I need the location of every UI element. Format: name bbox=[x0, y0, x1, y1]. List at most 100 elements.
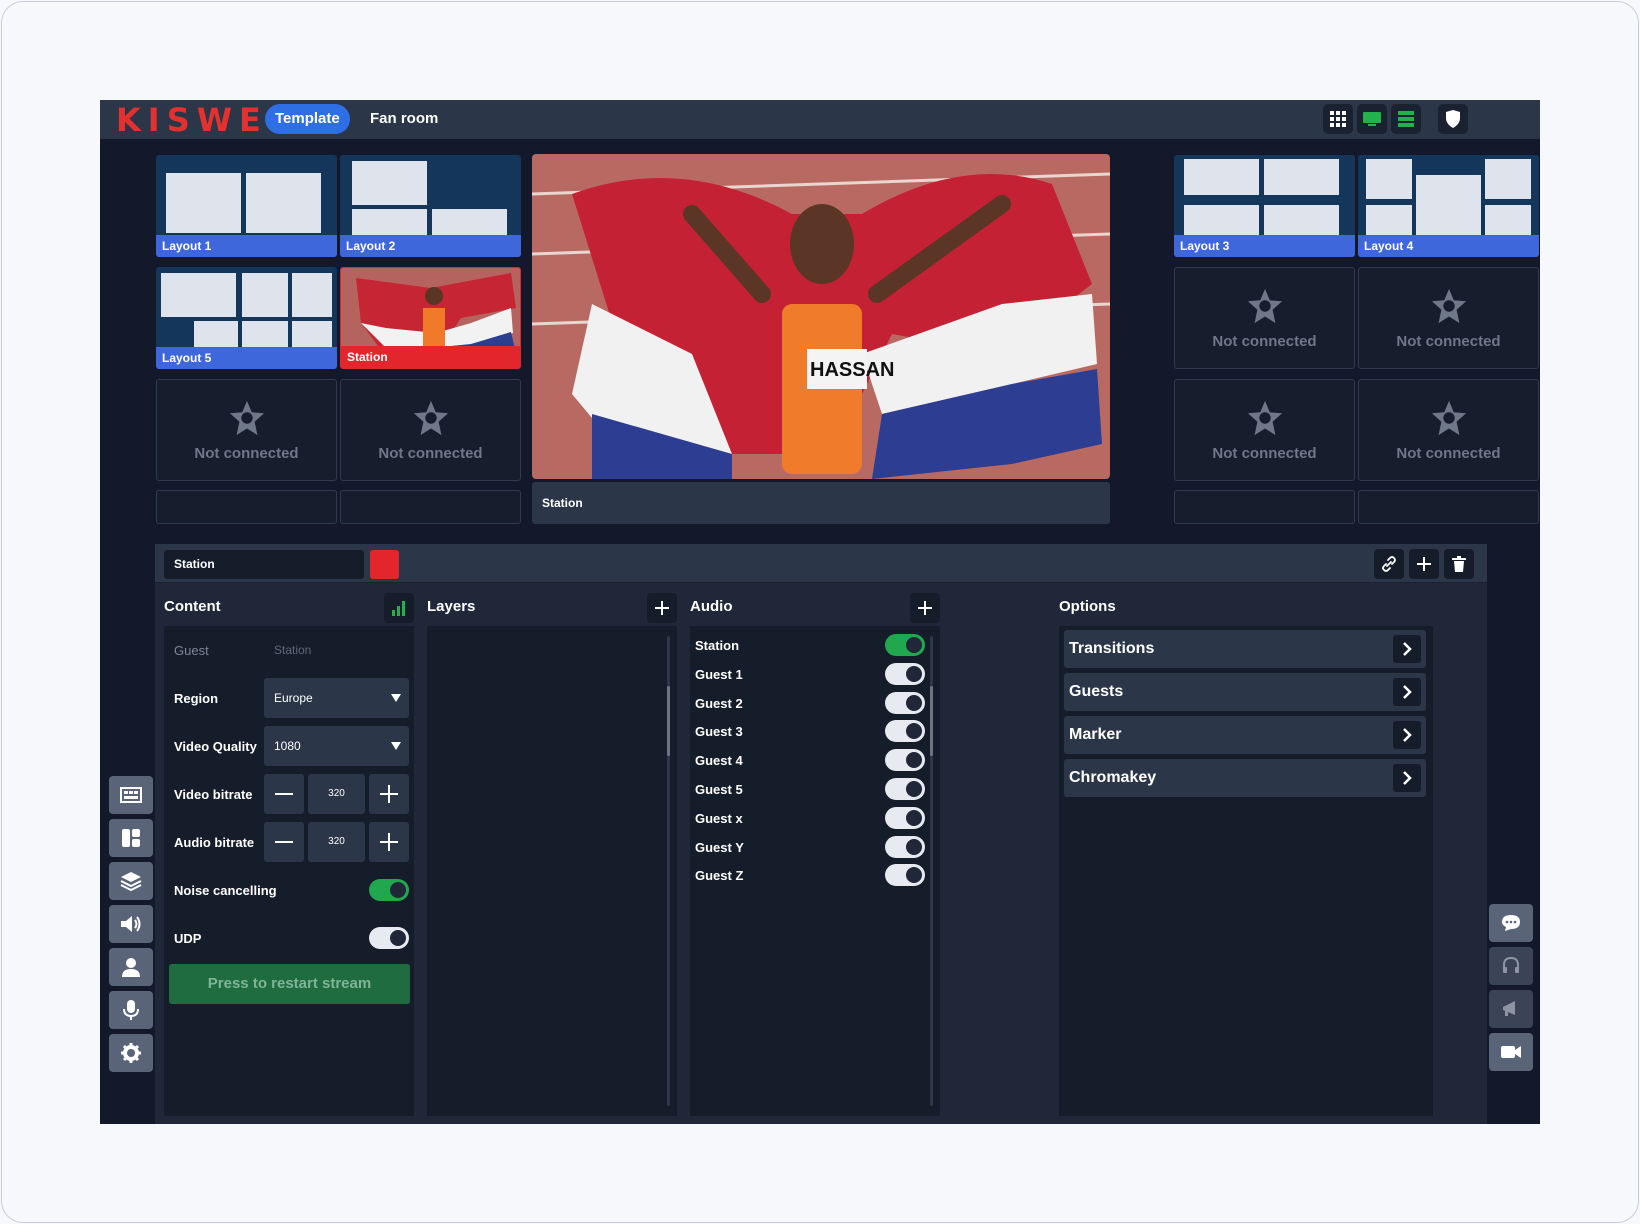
video-quality-value: 1080 bbox=[274, 739, 301, 753]
audio-item-label: Guest 4 bbox=[695, 753, 743, 769]
video-camera-icon[interactable] bbox=[1489, 1033, 1533, 1071]
audio-item-toggle[interactable] bbox=[885, 778, 925, 800]
preview-label: Station bbox=[532, 482, 1110, 524]
tab-template[interactable]: Template bbox=[265, 104, 350, 134]
audio-scrollbar[interactable] bbox=[930, 636, 933, 1106]
layout-icon[interactable] bbox=[109, 776, 153, 814]
layers-scrollbar[interactable] bbox=[667, 636, 670, 1106]
chat-icon[interactable] bbox=[1489, 904, 1533, 942]
delete-button[interactable] bbox=[1444, 549, 1474, 579]
source-tile-partial[interactable] bbox=[1358, 490, 1539, 524]
minus-icon bbox=[275, 793, 293, 795]
audio-item-toggle[interactable] bbox=[885, 720, 925, 743]
udp-toggle[interactable] bbox=[369, 927, 409, 949]
headset-icon[interactable] bbox=[1489, 947, 1533, 985]
tile-label: Layout 1 bbox=[156, 235, 337, 257]
add-button[interactable] bbox=[1409, 549, 1439, 579]
megaphone-icon[interactable] bbox=[1489, 990, 1533, 1028]
video-bitrate-increment[interactable] bbox=[369, 774, 409, 814]
source-tile-empty[interactable]: Not connected bbox=[340, 379, 521, 481]
tile-label: Layout 3 bbox=[1174, 235, 1355, 257]
audio-item-toggle[interactable] bbox=[885, 634, 925, 656]
speaker-icon[interactable] bbox=[109, 905, 153, 943]
person-star-icon bbox=[413, 400, 448, 435]
audio-item-toggle[interactable] bbox=[885, 691, 925, 714]
option-row[interactable]: Guests bbox=[1064, 673, 1426, 711]
add-audio-button[interactable] bbox=[910, 593, 940, 623]
monitor-icon[interactable] bbox=[1357, 104, 1387, 134]
layers-list bbox=[427, 626, 677, 1116]
audio-title: Audio bbox=[690, 598, 733, 615]
source-tile-layout-5[interactable]: Layout 5 bbox=[156, 267, 337, 369]
source-tile-empty[interactable]: Not connected bbox=[1174, 267, 1355, 369]
link-button[interactable] bbox=[1374, 549, 1404, 579]
video-bitrate-value[interactable]: 320 bbox=[308, 774, 365, 814]
add-layer-button[interactable] bbox=[647, 593, 677, 623]
source-tile-partial[interactable] bbox=[156, 490, 337, 524]
option-row[interactable]: Marker bbox=[1064, 716, 1426, 754]
source-tile-layout-1[interactable]: Layout 1 bbox=[156, 155, 337, 257]
audio-item-toggle[interactable] bbox=[885, 749, 925, 772]
tile-label: Station bbox=[341, 346, 520, 368]
chevron-right-icon[interactable] bbox=[1393, 678, 1421, 706]
grid-view-icon[interactable] bbox=[1323, 104, 1353, 134]
plus-icon bbox=[380, 785, 398, 803]
source-tile-partial[interactable] bbox=[1174, 490, 1355, 524]
link-icon bbox=[1382, 556, 1396, 572]
source-tile-layout-2[interactable]: Layout 2 bbox=[340, 155, 521, 257]
layers-icon[interactable] bbox=[109, 862, 153, 900]
source-tile-empty[interactable]: Not connected bbox=[1358, 267, 1539, 369]
source-tile-layout-3[interactable]: Layout 3 bbox=[1174, 155, 1355, 257]
audio-bitrate-decrement[interactable] bbox=[264, 822, 304, 862]
top-bar: KISWE Template Fan room bbox=[100, 100, 1540, 139]
guest-input[interactable]: Station bbox=[264, 630, 409, 670]
source-color-swatch[interactable] bbox=[370, 550, 399, 579]
audio-item-label: Station bbox=[695, 638, 740, 653]
noise-cancelling-toggle[interactable] bbox=[369, 879, 409, 901]
audio-item-toggle[interactable] bbox=[885, 835, 925, 858]
bib-text: HASSAN bbox=[810, 359, 894, 381]
list-view-icon[interactable] bbox=[1391, 104, 1421, 134]
person-star-icon bbox=[1247, 400, 1282, 435]
chevron-right-icon[interactable] bbox=[1393, 721, 1421, 749]
region-label: Region bbox=[174, 691, 219, 706]
layout-split-icon[interactable] bbox=[109, 819, 153, 857]
audio-bitrate-increment[interactable] bbox=[369, 822, 409, 862]
audio-item-toggle[interactable] bbox=[885, 806, 925, 829]
region-select[interactable]: Europe bbox=[264, 678, 409, 718]
app-window: KISWE Template Fan room Layout 1 Layout … bbox=[100, 100, 1540, 1124]
audio-item-toggle[interactable] bbox=[885, 662, 925, 685]
kiswe-logo: KISWE bbox=[116, 101, 268, 139]
audio-item-toggle[interactable] bbox=[885, 864, 925, 887]
option-row[interactable]: Transitions bbox=[1064, 630, 1426, 668]
option-label: Guests bbox=[1069, 683, 1124, 700]
option-label: Transitions bbox=[1069, 640, 1155, 657]
source-tile-empty[interactable]: Not connected bbox=[156, 379, 337, 481]
tab-fan-room[interactable]: Fan room bbox=[360, 104, 448, 134]
chevron-right-icon[interactable] bbox=[1393, 764, 1421, 792]
tile-label: Layout 2 bbox=[340, 235, 521, 257]
video-bitrate-decrement[interactable] bbox=[264, 774, 304, 814]
source-tile-layout-4[interactable]: Layout 4 bbox=[1358, 155, 1539, 257]
person-icon[interactable] bbox=[109, 948, 153, 986]
source-tile-station[interactable]: Station bbox=[340, 267, 521, 369]
content-form: Guest Station Region Europe Video Qualit… bbox=[164, 626, 414, 1116]
chevron-right-icon[interactable] bbox=[1393, 635, 1421, 663]
source-tile-partial[interactable] bbox=[340, 490, 521, 524]
trash-icon bbox=[1452, 556, 1466, 572]
source-tile-empty[interactable]: Not connected bbox=[1174, 379, 1355, 481]
shield-icon[interactable] bbox=[1438, 104, 1468, 134]
audio-item-label: Guest x bbox=[695, 810, 743, 826]
not-connected-label: Not connected bbox=[1396, 332, 1501, 350]
gear-icon[interactable] bbox=[109, 1034, 153, 1072]
restart-stream-button[interactable]: Press to restart stream bbox=[169, 964, 410, 1004]
not-connected-label: Not connected bbox=[1396, 444, 1501, 462]
audio-bitrate-value[interactable]: 320 bbox=[308, 822, 365, 862]
source-tile-empty[interactable]: Not connected bbox=[1358, 379, 1539, 481]
person-star-icon bbox=[229, 400, 264, 435]
video-quality-select[interactable]: 1080 bbox=[264, 726, 409, 766]
stats-button[interactable] bbox=[384, 593, 414, 623]
option-row[interactable]: Chromakey bbox=[1064, 759, 1426, 797]
source-name-input[interactable]: Station bbox=[164, 550, 364, 579]
microphone-icon[interactable] bbox=[109, 991, 153, 1029]
